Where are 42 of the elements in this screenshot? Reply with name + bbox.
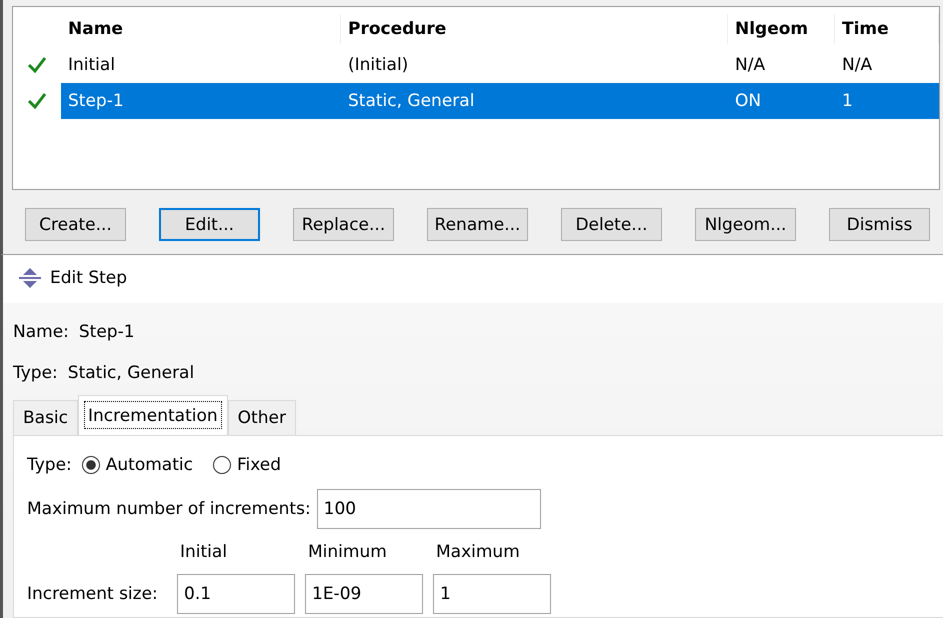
table-cell[interactable]: N/A: [728, 47, 835, 83]
column-label: Maximum: [435, 542, 521, 564]
tab[interactable]: Incrementation: [78, 395, 228, 435]
column-header: Nlgeom: [728, 14, 835, 44]
input-field[interactable]: 0.1: [177, 574, 295, 614]
input-field[interactable]: 1E-09: [305, 574, 423, 614]
table-cell[interactable]: N/A: [835, 47, 939, 83]
name-label: Name:: [13, 322, 69, 342]
checkmark-icon: [27, 56, 47, 74]
dialog-button[interactable]: Create...: [25, 208, 126, 241]
tab[interactable]: Basic: [13, 400, 78, 435]
type-label: Type:: [27, 455, 72, 475]
dialog-button[interactable]: Replace...: [293, 208, 394, 241]
dialog-button[interactable]: Delete...: [561, 208, 662, 241]
radio-option[interactable]: Fixed: [212, 455, 282, 475]
field-label: Maximum number of increments:: [27, 499, 311, 519]
table-cell[interactable]: (Initial): [341, 47, 728, 83]
type-label: Type:: [13, 362, 58, 382]
dialog-button[interactable]: Dismiss: [829, 208, 930, 241]
tab[interactable]: Other: [228, 400, 296, 435]
radio-option[interactable]: Automatic: [82, 455, 193, 475]
window-title: Edit Step: [50, 268, 128, 288]
dialog-button[interactable]: Edit...: [159, 208, 260, 241]
input-field[interactable]: 1: [433, 574, 551, 614]
dialog-button[interactable]: Nlgeom...: [695, 208, 796, 241]
column-label: Minimum: [307, 542, 388, 564]
table-cell[interactable]: 1: [835, 83, 939, 119]
column-header: Procedure: [341, 14, 728, 44]
column-header: Time: [835, 14, 939, 44]
column-label: Initial: [179, 542, 228, 564]
table-cell[interactable]: Static, General: [341, 83, 728, 119]
column-header: Name: [61, 14, 341, 44]
field-label: Increment size:: [27, 584, 159, 604]
input-field[interactable]: 100: [316, 489, 541, 529]
table-cell[interactable]: Initial: [61, 47, 341, 83]
name-value: Step-1: [78, 322, 135, 342]
table-cell[interactable]: ON: [728, 83, 835, 119]
dialog-button[interactable]: Rename...: [427, 208, 528, 241]
step-icon: [18, 267, 42, 289]
type-value: Static, General: [68, 362, 194, 382]
table-cell[interactable]: Step-1: [61, 83, 341, 119]
checkmark-icon: [27, 92, 47, 110]
